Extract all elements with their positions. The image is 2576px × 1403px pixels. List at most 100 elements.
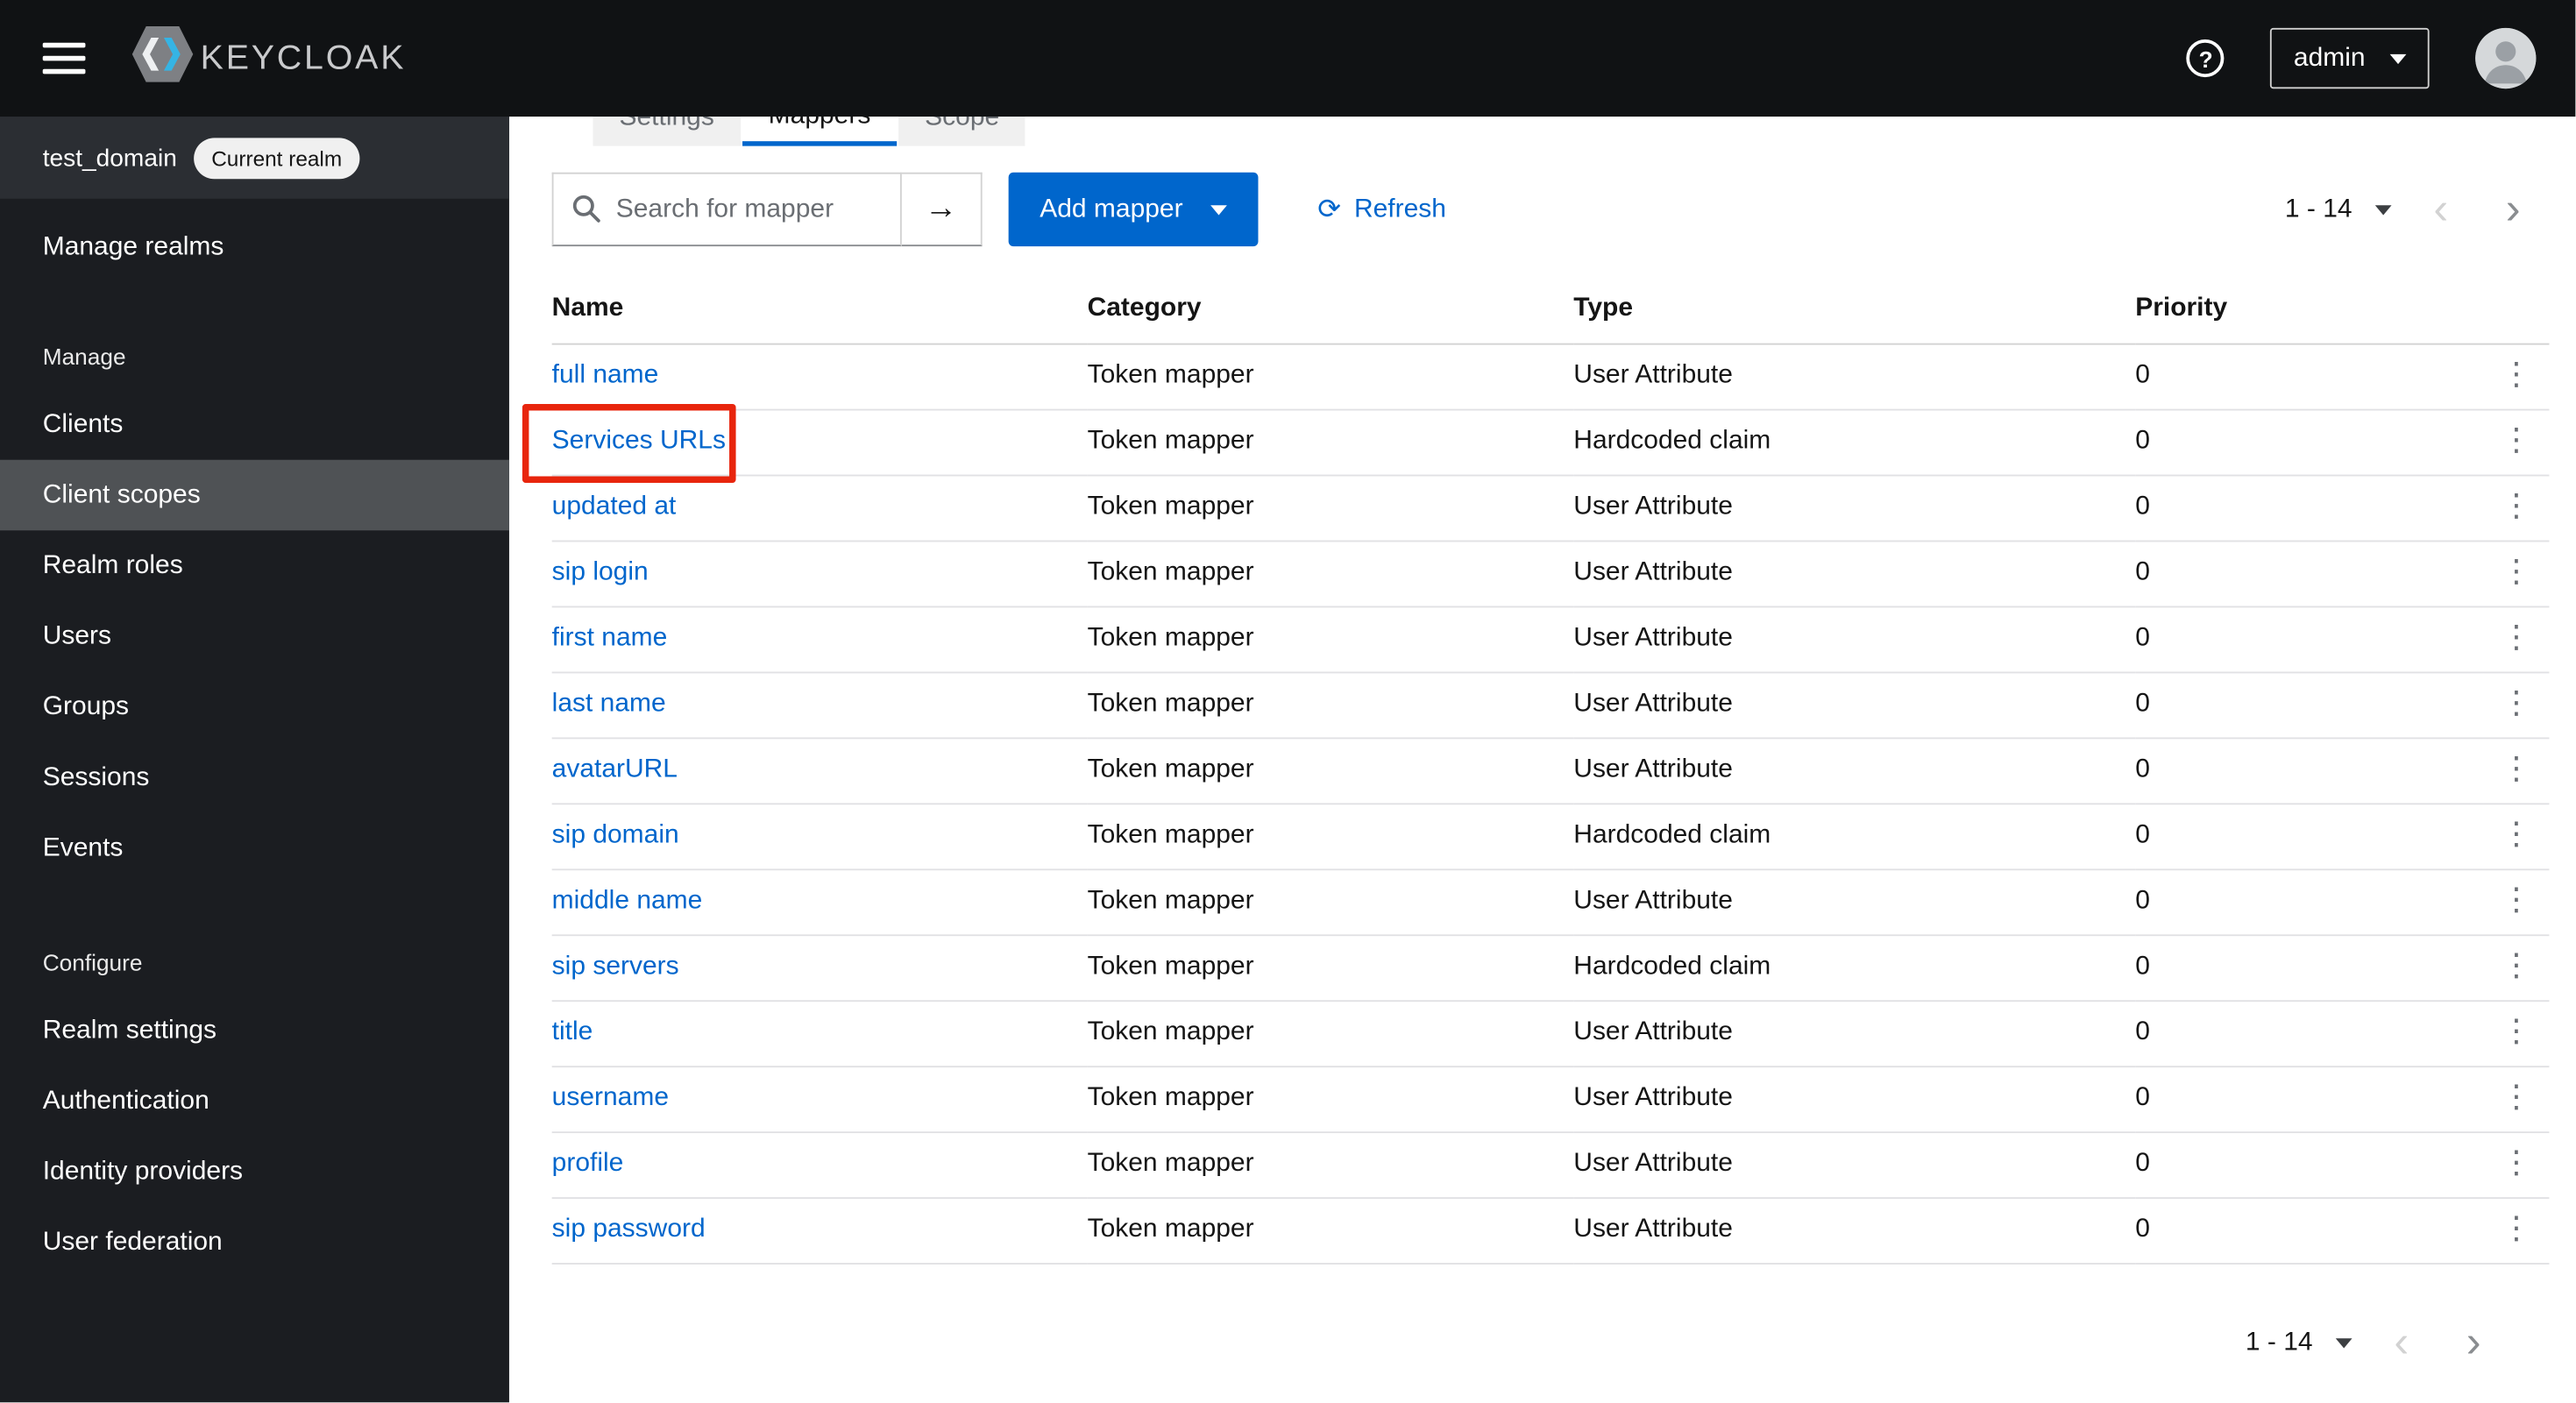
mapper-name-link[interactable]: updated at <box>552 492 677 521</box>
sidebar-item-label: Realm settings <box>42 1016 217 1044</box>
mapper-category: Token mapper <box>1087 474 1574 542</box>
mapper-priority: 0 <box>2135 1197 2484 1265</box>
sidebar-item-label: Sessions <box>42 762 150 791</box>
user-dropdown[interactable]: admin <box>2270 27 2430 89</box>
mapper-priority: 0 <box>2135 1000 2484 1067</box>
row-kebab-menu-icon[interactable]: ⋮ <box>2483 425 2549 457</box>
chevron-right-icon: › <box>2466 1316 2481 1367</box>
row-kebab-menu-icon[interactable]: ⋮ <box>2483 491 2549 522</box>
mapper-name-link[interactable]: full name <box>552 361 659 389</box>
sidebar-item-realm-roles[interactable]: Realm roles <box>0 530 509 601</box>
row-kebab-menu-icon[interactable]: ⋮ <box>2483 556 2549 588</box>
pagination-next-button[interactable]: › <box>2477 176 2549 242</box>
avatar[interactable] <box>2475 27 2537 89</box>
sidebar-item-user-federation[interactable]: User federation <box>0 1207 509 1278</box>
search-input[interactable] <box>551 172 902 247</box>
mapper-name-link[interactable]: sip servers <box>552 953 679 981</box>
mapper-priority: 0 <box>2135 343 2484 410</box>
mapper-name-link[interactable]: profile <box>552 1150 624 1178</box>
pagination-next-button[interactable]: › <box>2438 1310 2509 1376</box>
chevron-left-icon: ‹ <box>2433 183 2449 234</box>
sidebar-item-realm-settings[interactable]: Realm settings <box>0 996 509 1066</box>
sidebar-section-configure: Configure Realm settings Authentication … <box>0 949 509 1278</box>
mapper-name-link[interactable]: Services URLs <box>552 427 726 455</box>
mapper-priority: 0 <box>2135 803 2484 870</box>
table-row-profile: profile Token mapper User Attribute 0 ⋮ <box>551 1131 2550 1199</box>
table-row-sip-login: sip login Token mapper User Attribute 0 … <box>551 540 2550 607</box>
row-kebab-menu-icon[interactable]: ⋮ <box>2483 688 2549 719</box>
pagination-range-toggle[interactable]: 1 - 14 <box>2232 1328 2366 1357</box>
mapper-priority: 0 <box>2135 1131 2484 1199</box>
mapper-category: Token mapper <box>1087 408 1574 476</box>
pagination-prev-button[interactable]: ‹ <box>2405 176 2477 242</box>
current-realm-badge: Current realm <box>193 137 360 179</box>
toolbar: → Add mapper ⟳ Refresh 1 - 14 ‹ <box>551 172 2550 247</box>
mapper-priority: 0 <box>2135 474 2484 542</box>
keycloak-admin-console: KEYCLOAK ? admin test_domain Current rea… <box>0 0 2576 1403</box>
table-header-row: Name Category Type Priority <box>551 275 2550 344</box>
mapper-name-link[interactable]: middle name <box>552 887 703 915</box>
mapper-category: Token mapper <box>1087 671 1574 739</box>
mapper-priority: 0 <box>2135 606 2484 673</box>
mapper-priority: 0 <box>2135 737 2484 804</box>
add-mapper-button[interactable]: Add mapper <box>1008 172 1259 247</box>
mapper-priority: 0 <box>2135 934 2484 1002</box>
tab-scope[interactable]: Scope <box>898 117 1026 146</box>
tab-strip: Settings Mappers Scope <box>593 117 2576 146</box>
column-header-priority: Priority <box>2135 275 2484 344</box>
nav-toggle-hamburger-icon[interactable] <box>42 42 86 74</box>
row-kebab-menu-icon[interactable]: ⋮ <box>2483 885 2549 917</box>
mapper-type: User Attribute <box>1573 606 2136 673</box>
mapper-name-link[interactable]: username <box>552 1084 669 1112</box>
row-kebab-menu-icon[interactable]: ⋮ <box>2483 754 2549 785</box>
tab-mappers[interactable]: Mappers <box>742 117 898 146</box>
sidebar-item-client-scopes[interactable]: Client scopes <box>0 459 509 531</box>
row-kebab-menu-icon[interactable]: ⋮ <box>2483 1148 2549 1180</box>
sidebar-item-events[interactable]: Events <box>0 813 509 884</box>
sidebar-item-identity-providers[interactable]: Identity providers <box>0 1137 509 1208</box>
table-row-full-name: full name Token mapper User Attribute 0 … <box>551 343 2550 410</box>
row-kebab-menu-icon[interactable]: ⋮ <box>2483 1017 2549 1048</box>
brand[interactable]: KEYCLOAK <box>131 25 406 90</box>
help-icon[interactable]: ? <box>2187 39 2225 78</box>
search-submit-button[interactable]: → <box>901 172 983 247</box>
row-kebab-menu-icon[interactable]: ⋮ <box>2483 951 2549 982</box>
row-kebab-menu-icon[interactable]: ⋮ <box>2483 819 2549 851</box>
sidebar-item-clients[interactable]: Clients <box>0 389 509 460</box>
table-row-sip-domain: sip domain Token mapper Hardcoded claim … <box>551 803 2550 870</box>
sidebar-item-groups[interactable]: Groups <box>0 671 509 742</box>
tab-settings[interactable]: Settings <box>593 117 741 146</box>
row-kebab-menu-icon[interactable]: ⋮ <box>2483 1082 2549 1114</box>
tab-label: Scope <box>925 117 1000 131</box>
sidebar-item-manage-realms[interactable]: Manage realms <box>0 212 509 284</box>
chevron-down-icon <box>2374 204 2392 215</box>
row-kebab-menu-icon[interactable]: ⋮ <box>2483 1214 2549 1245</box>
sidebar-item-sessions[interactable]: Sessions <box>0 742 509 813</box>
chevron-down-icon <box>2389 53 2407 64</box>
pagination-prev-button[interactable]: ‹ <box>2366 1310 2438 1376</box>
mapper-name-link[interactable]: sip domain <box>552 821 679 849</box>
mapper-name-link[interactable]: title <box>552 1018 593 1046</box>
mapper-name-link[interactable]: first name <box>552 624 668 652</box>
mapper-priority: 0 <box>2135 1066 2484 1133</box>
row-kebab-menu-icon[interactable]: ⋮ <box>2483 359 2549 391</box>
mapper-name-link[interactable]: sip login <box>552 558 649 586</box>
sidebar-item-label: Users <box>42 621 112 650</box>
add-mapper-label: Add mapper <box>1040 195 1183 223</box>
table-row-last-name: last name Token mapper User Attribute 0 … <box>551 671 2550 739</box>
realm-selector[interactable]: test_domain Current realm <box>0 117 509 199</box>
row-kebab-menu-icon[interactable]: ⋮ <box>2483 622 2549 654</box>
masthead: KEYCLOAK ? admin <box>0 0 2576 117</box>
mapper-name-link[interactable]: last name <box>552 690 666 718</box>
sidebar-item-users[interactable]: Users <box>0 601 509 672</box>
sidebar-item-authentication[interactable]: Authentication <box>0 1066 509 1137</box>
mapper-name-link[interactable]: avatarURL <box>552 755 678 783</box>
refresh-button[interactable]: ⟳ Refresh <box>1317 195 1446 224</box>
user-dropdown-label: admin <box>2293 43 2366 72</box>
mapper-type: User Attribute <box>1573 540 2136 607</box>
mapper-name-link[interactable]: sip password <box>552 1215 706 1244</box>
pagination-range-toggle[interactable]: 1 - 14 <box>2272 195 2405 224</box>
mapper-category: Token mapper <box>1087 1131 1574 1199</box>
header-toolbar: ? admin <box>2187 27 2537 89</box>
mapper-type: Hardcoded claim <box>1573 934 2136 1002</box>
